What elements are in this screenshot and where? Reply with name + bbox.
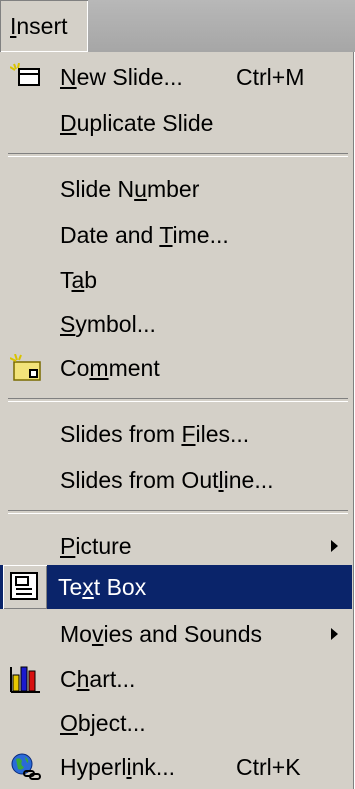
hyperlink-icon <box>10 753 42 781</box>
menu-item-duplicate-slide[interactable]: Duplicate Slide <box>0 101 352 145</box>
text-box-icon <box>3 565 47 609</box>
menu-item-label: Text Box <box>58 574 147 600</box>
menu-item-label: Hyperlink... <box>60 754 176 780</box>
chart-icon <box>10 665 42 693</box>
menu-item-label: Chart... <box>60 666 136 692</box>
shortcut-label: Ctrl+M <box>236 64 305 90</box>
submenu-arrow-icon <box>331 628 338 640</box>
comment-icon <box>10 354 42 382</box>
menu-item-slides-from-files[interactable]: Slides from Files... <box>0 412 352 456</box>
menu-item-label: Duplicate Slide <box>60 110 214 136</box>
menu-item-movies-and-sounds[interactable]: Movies and Sounds <box>0 612 352 656</box>
menu-item-label: Slide Number <box>60 176 200 202</box>
menu-item-label: Object... <box>60 710 146 736</box>
menu-item-symbol[interactable]: Symbol... <box>0 302 352 346</box>
menu-insert-label: Insert <box>10 13 68 39</box>
menu-item-label: Movies and Sounds <box>60 621 263 647</box>
menu-item-label: Slides from Files... <box>60 421 250 447</box>
menu-item-date-and-time[interactable]: Date and Time... <box>0 213 352 257</box>
menu-item-label: Tab <box>60 267 98 293</box>
menu-item-label: New Slide... <box>60 64 183 90</box>
menu-item-label: Date and Time... <box>60 222 229 248</box>
insert-menu-dropdown: New Slide... Ctrl+M Duplicate Slide Slid… <box>0 52 355 789</box>
menu-item-chart[interactable]: Chart... <box>0 657 352 701</box>
menu-item-new-slide[interactable]: New Slide... Ctrl+M <box>0 55 352 99</box>
menu-separator <box>8 153 348 157</box>
shortcut-label: Ctrl+K <box>236 754 301 780</box>
menu-item-label: Slides from Outline... <box>60 467 274 493</box>
menu-item-slides-from-outline[interactable]: Slides from Outline... <box>0 458 352 502</box>
menu-insert[interactable]: Insert <box>0 0 88 52</box>
menu-separator <box>8 510 348 514</box>
menu-item-text-box[interactable]: Text Box <box>0 565 352 609</box>
menu-item-comment[interactable]: Comment <box>0 346 352 390</box>
menu-item-label: Symbol... <box>60 311 156 337</box>
submenu-arrow-icon <box>331 540 338 552</box>
menu-item-tab[interactable]: Tab <box>0 258 352 302</box>
menu-item-object[interactable]: Object... <box>0 701 352 745</box>
menu-separator <box>8 398 348 402</box>
menu-item-hyperlink[interactable]: Hyperlink... Ctrl+K <box>0 745 352 789</box>
menu-item-label: Picture <box>60 533 132 559</box>
menu-item-picture[interactable]: Picture <box>0 524 352 568</box>
new-slide-icon <box>10 63 42 91</box>
menu-item-slide-number[interactable]: Slide Number <box>0 167 352 211</box>
menu-item-label: Comment <box>60 355 160 381</box>
